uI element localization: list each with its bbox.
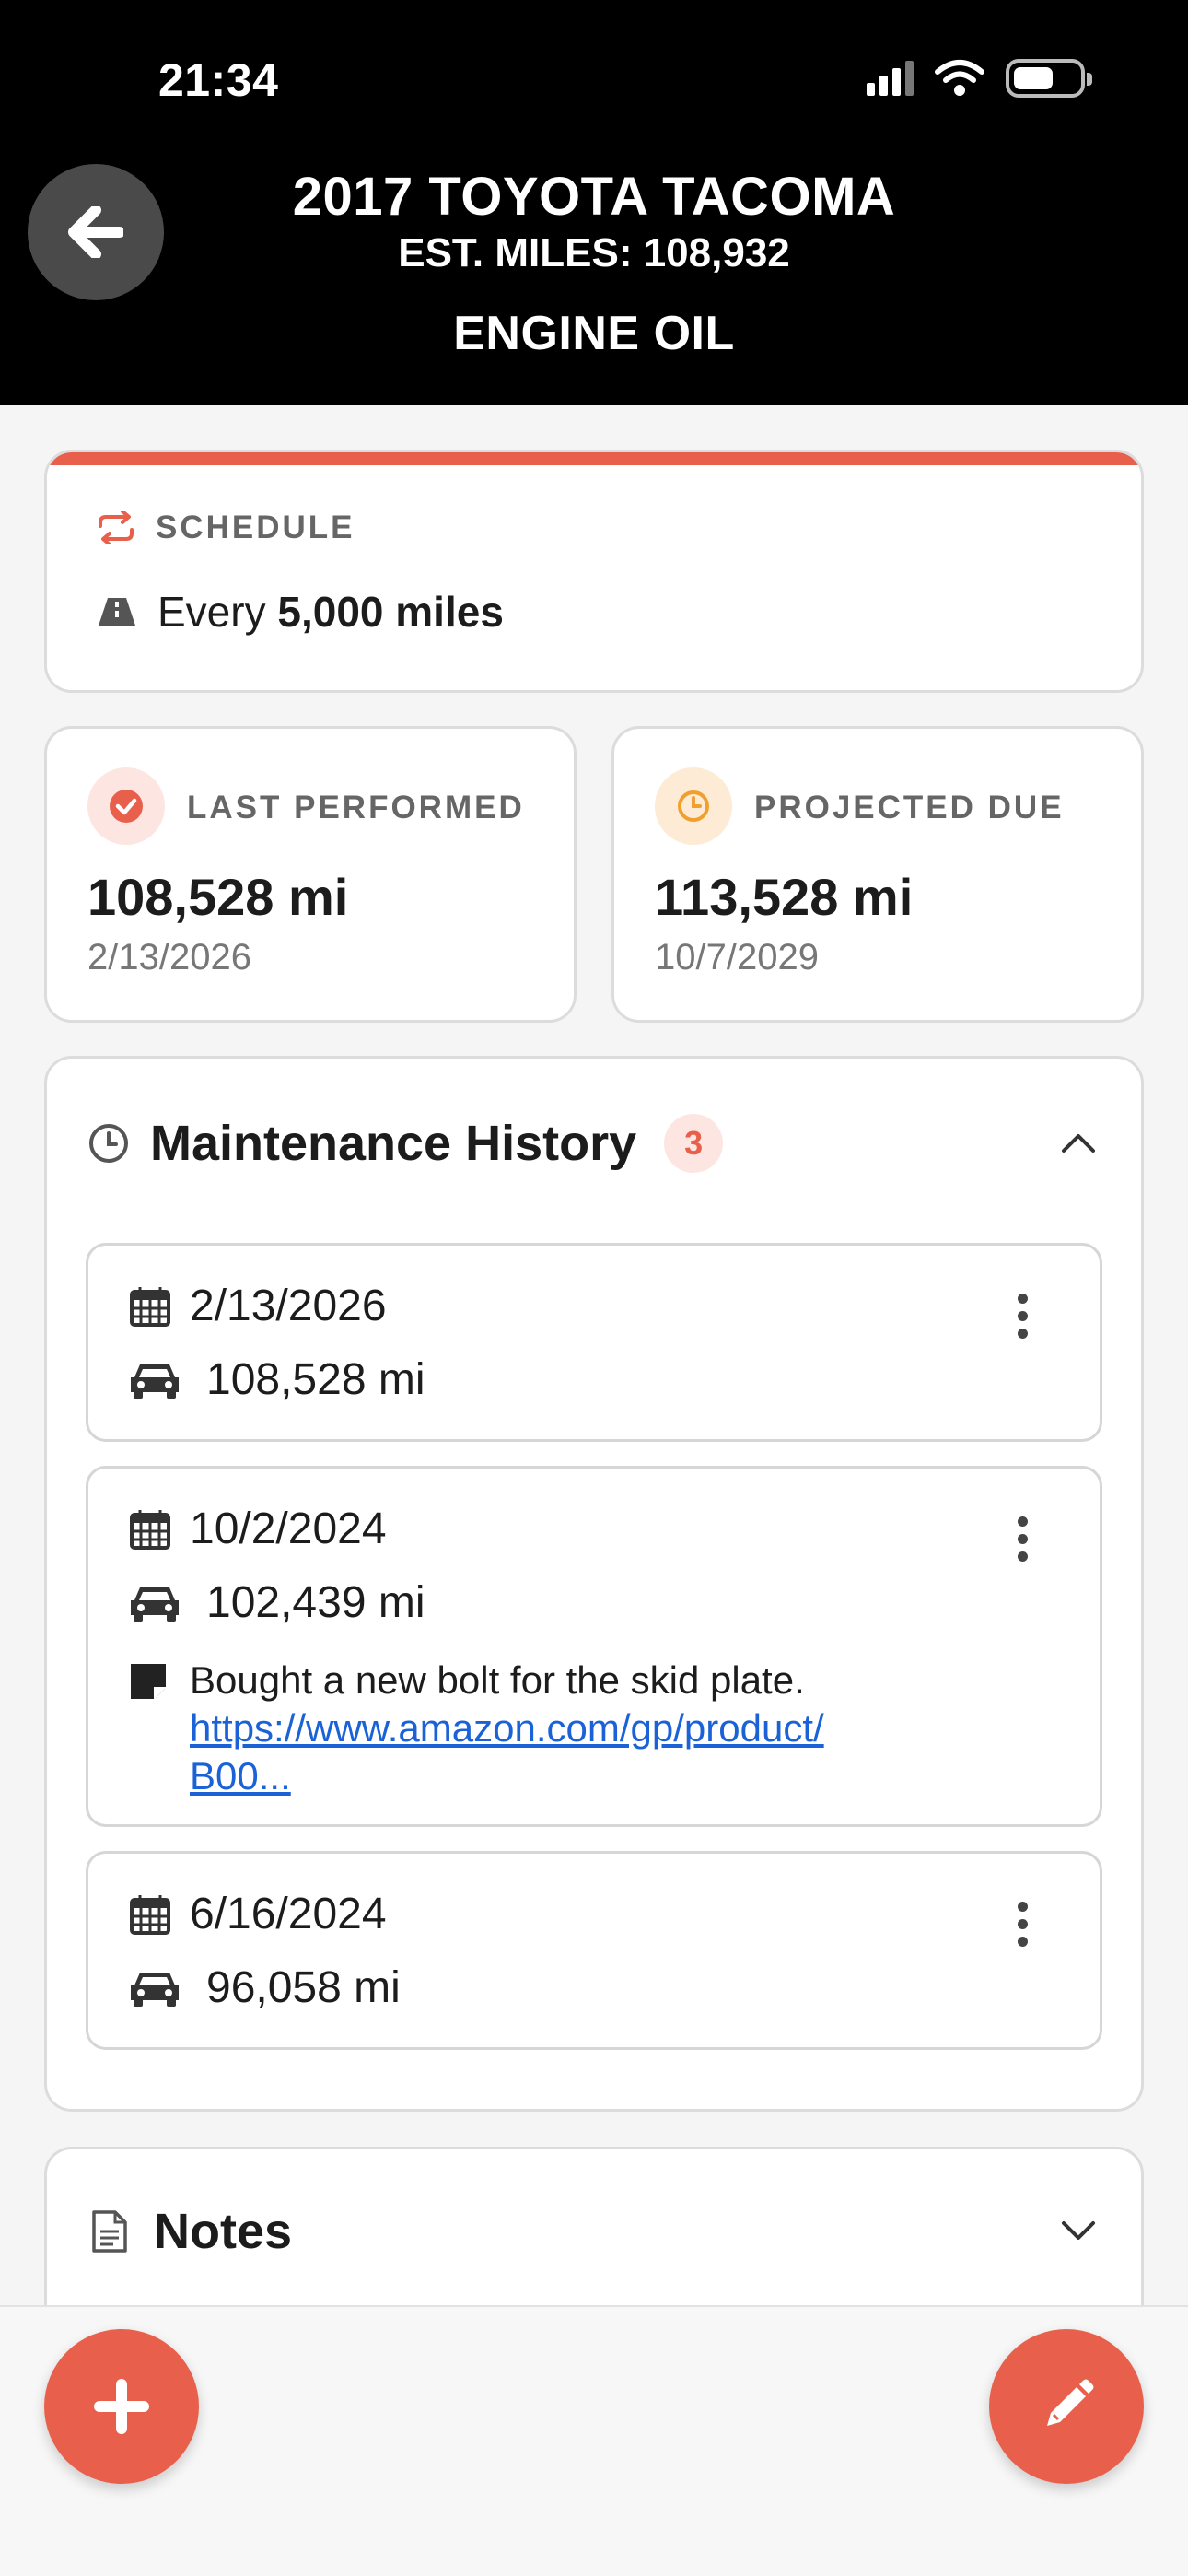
chevron-up-icon[interactable]: [1060, 1130, 1097, 1154]
notes-title: Notes: [154, 2204, 293, 2259]
repeat-icon: [99, 511, 134, 544]
battery-icon: [1006, 59, 1092, 98]
document-icon: [92, 2210, 127, 2253]
calendar-icon: [130, 1286, 170, 1327]
entry-date: 2/13/2026: [190, 1282, 387, 1330]
calendar-icon: [130, 1894, 170, 1935]
entry-miles: 108,528 mi: [206, 1355, 425, 1404]
history-entry[interactable]: 6/16/2024 96,058 mi: [86, 1851, 1102, 2050]
schedule-interval: 5,000 miles: [277, 588, 504, 636]
projected-due-icon-wrap: [655, 767, 732, 845]
last-performed-miles: 108,528 mi: [87, 868, 349, 926]
schedule-card: SCHEDULE Every 5,000 miles: [44, 450, 1144, 693]
entry-date: 6/16/2024: [190, 1890, 387, 1938]
calendar-icon: [130, 1509, 170, 1550]
maintenance-history-card: Maintenance History 3 2/13/2026 108,528 …: [44, 1056, 1144, 2112]
entry-more-options-icon[interactable]: [1018, 1516, 1028, 1562]
car-icon: [131, 1972, 179, 2007]
vehicle-title: 2017 TOYOTA TACOMA: [292, 167, 896, 227]
schedule-label: SCHEDULE: [156, 509, 355, 545]
projected-due-miles: 113,528 mi: [655, 868, 914, 926]
status-time: 21:34: [158, 54, 279, 106]
edit-button[interactable]: [989, 2329, 1144, 2484]
wifi-icon: [935, 60, 984, 96]
chevron-down-icon[interactable]: [1060, 2219, 1097, 2243]
history-clock-icon: [89, 1124, 128, 1163]
status-icons: [867, 59, 1092, 98]
projected-due-date: 10/7/2029: [655, 937, 819, 978]
maintenance-history-title: Maintenance History: [150, 1116, 637, 1171]
entry-miles: 96,058 mi: [206, 1963, 401, 2012]
last-performed-label: LAST PERFORMED: [187, 790, 525, 825]
projected-due-label: PROJECTED DUE: [754, 790, 1065, 825]
add-record-button[interactable]: [44, 2329, 199, 2484]
entry-note-link[interactable]: https://www.amazon.com/gp/product/: [190, 1704, 824, 1752]
entry-note: Bought a new bolt for the skid plate. ht…: [129, 1657, 824, 1800]
plus-icon: [94, 2379, 149, 2434]
schedule-prefix: Every: [157, 588, 266, 636]
pencil-icon: [1047, 2379, 1094, 2426]
projected-due-card: PROJECTED DUE 113,528 mi 10/7/2029: [611, 726, 1144, 1023]
last-performed-date: 2/13/2026: [87, 937, 251, 978]
entry-note-link-continued[interactable]: B00...: [190, 1752, 824, 1800]
road-icon: [99, 598, 135, 626]
last-performed-icon-wrap: [87, 767, 165, 845]
history-count-badge: 3: [664, 1114, 724, 1173]
maintenance-history-header[interactable]: Maintenance History 3: [87, 1114, 724, 1173]
maintenance-item-title: ENGINE OIL: [453, 307, 735, 360]
entry-more-options-icon[interactable]: [1018, 1902, 1028, 1947]
app-header: 21:34 2017 TOYOTA TACOMA EST. MILES: 108…: [0, 0, 1188, 405]
check-circle-icon: [110, 790, 143, 823]
entry-date: 10/2/2024: [190, 1505, 387, 1553]
history-entry[interactable]: 2/13/2026 108,528 mi: [86, 1243, 1102, 1442]
entry-more-options-icon[interactable]: [1018, 1294, 1028, 1339]
cellular-signal-icon: [867, 61, 914, 96]
car-icon: [131, 1587, 179, 1622]
card-accent-bar: [47, 452, 1141, 465]
estimated-miles: EST. MILES: 108,932: [398, 230, 790, 275]
history-entry[interactable]: 10/2/2024 102,439 mi Bought a new bolt f…: [86, 1466, 1102, 1827]
entry-miles: 102,439 mi: [206, 1578, 425, 1627]
sticky-note-icon: [131, 1664, 166, 1699]
entry-note-text: Bought a new bolt for the skid plate.: [190, 1658, 805, 1702]
car-icon: [131, 1364, 179, 1399]
clock-icon: [678, 790, 709, 822]
last-performed-card: LAST PERFORMED 108,528 mi 2/13/2026: [44, 726, 577, 1023]
